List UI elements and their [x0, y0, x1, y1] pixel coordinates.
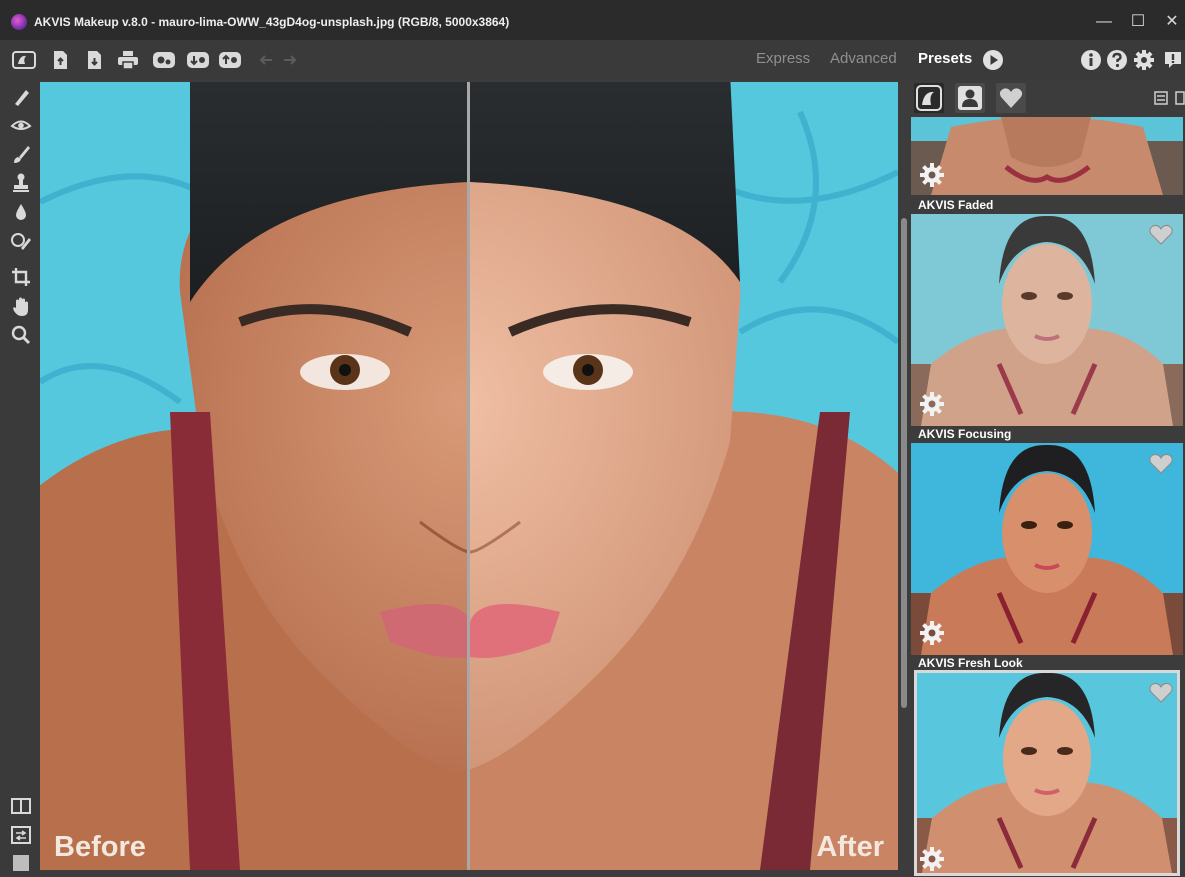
express-mode-link[interactable]: Express	[756, 50, 810, 67]
eye-icon[interactable]	[10, 114, 32, 136]
favorite-heart-icon[interactable]	[1148, 680, 1174, 704]
open-file-icon[interactable]	[48, 50, 72, 70]
app-logo-icon	[11, 14, 27, 30]
background-color-icon[interactable]	[10, 852, 32, 874]
image-canvas[interactable]: Before After	[40, 82, 898, 870]
preset-thumbnail[interactable]	[911, 214, 1183, 426]
close-button[interactable]: ✕	[1160, 10, 1184, 34]
preset-thumbnail[interactable]	[911, 443, 1183, 655]
tool-strip	[0, 80, 40, 876]
user-presets-tab[interactable]	[955, 83, 985, 113]
preset-name: AKVIS Fresh Look	[918, 656, 1023, 670]
save-preset-icon[interactable]	[218, 50, 242, 70]
preset-thumbnail-selected[interactable]	[914, 670, 1180, 876]
load-preset-icon[interactable]	[186, 50, 210, 70]
print-icon[interactable]	[116, 50, 140, 70]
favorite-heart-icon[interactable]	[1148, 222, 1174, 246]
preset-settings-icon[interactable]	[919, 391, 945, 417]
help-icon[interactable]	[1106, 49, 1128, 71]
view-switch-icon[interactable]	[10, 824, 32, 846]
favorites-tab[interactable]	[996, 83, 1026, 113]
favorite-heart-icon[interactable]	[1148, 451, 1174, 475]
stamp-icon[interactable]	[10, 172, 32, 194]
grid-view-icon[interactable]	[1175, 91, 1185, 105]
save-file-icon[interactable]	[82, 50, 106, 70]
minimize-button[interactable]: —	[1092, 10, 1116, 34]
redo-icon[interactable]	[278, 50, 302, 70]
preset-settings-icon[interactable]	[919, 620, 945, 646]
view-split-icon[interactable]	[10, 795, 32, 817]
before-label: Before	[54, 831, 146, 863]
zoom-icon[interactable]	[10, 324, 32, 346]
preset-thumbnail[interactable]	[911, 117, 1183, 195]
window-title: AKVIS Makeup v.8.0 - mauro-lima-OWW_43gD…	[34, 15, 510, 29]
preset-name: AKVIS Focusing	[918, 427, 1012, 441]
list-view-icon[interactable]	[1154, 91, 1168, 105]
eraser-icon[interactable]	[10, 230, 32, 252]
presets-mode-link[interactable]: Presets	[918, 50, 972, 67]
main-toolbar	[0, 40, 1185, 80]
feedback-icon[interactable]	[1162, 49, 1184, 71]
brush-icon[interactable]	[10, 143, 32, 165]
preset-settings-icon[interactable]	[919, 162, 945, 188]
advanced-mode-link[interactable]: Advanced	[830, 50, 897, 67]
after-label: After	[816, 831, 884, 863]
preset-settings-icon[interactable]	[919, 846, 945, 872]
drop-icon[interactable]	[10, 201, 32, 223]
photo-preview	[40, 82, 898, 870]
hand-icon[interactable]	[10, 296, 32, 318]
preset-name: AKVIS Faded	[918, 198, 994, 212]
undo-icon[interactable]	[254, 50, 278, 70]
about-program-icon[interactable]	[12, 50, 36, 70]
info-icon[interactable]	[1080, 49, 1102, 71]
run-icon[interactable]	[982, 49, 1004, 71]
retouch-brush-icon[interactable]	[10, 86, 32, 108]
settings-icon[interactable]	[1133, 49, 1155, 71]
batch-processing-icon[interactable]	[152, 50, 176, 70]
crop-icon[interactable]	[10, 266, 32, 288]
akvis-presets-tab[interactable]	[914, 83, 944, 113]
maximize-button[interactable]: ☐	[1126, 10, 1150, 34]
